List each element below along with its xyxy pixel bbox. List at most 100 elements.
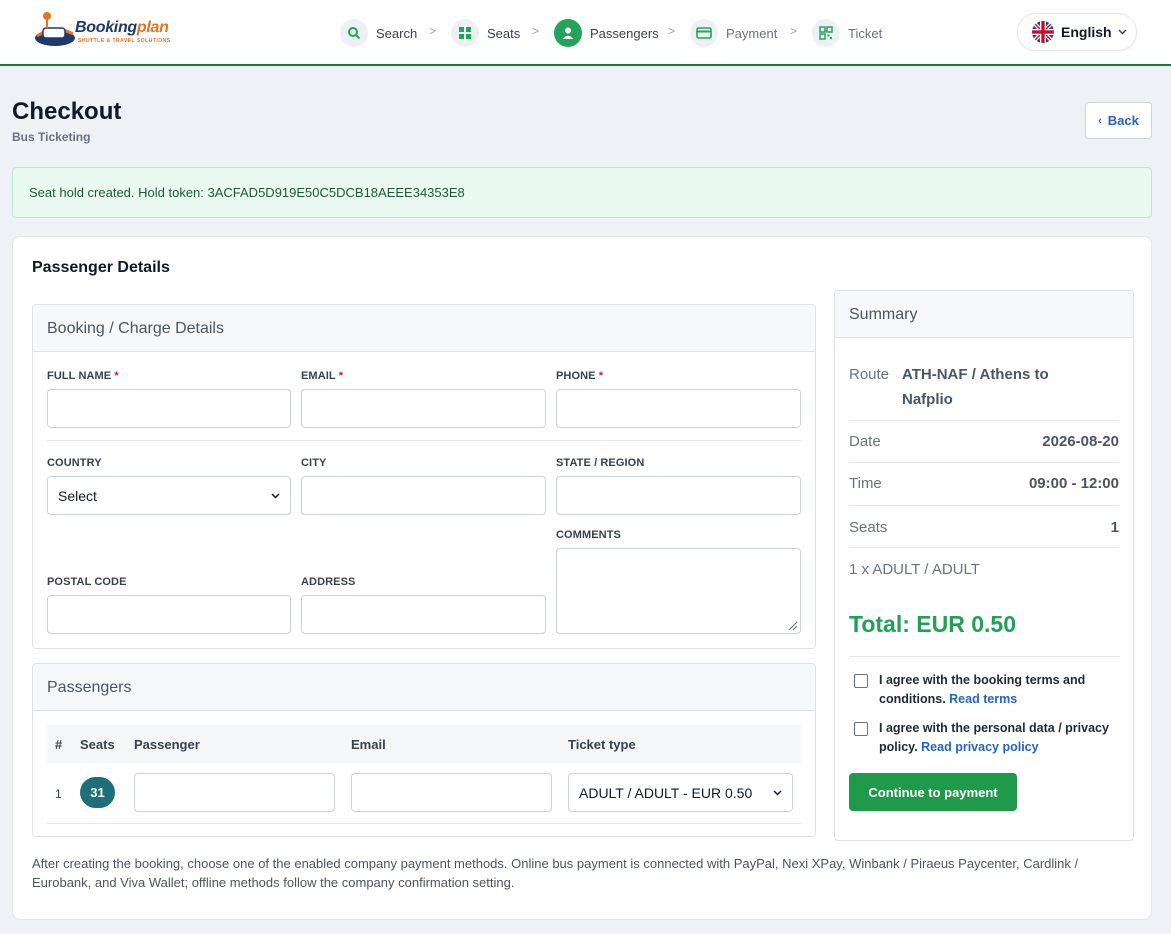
bus-logo-icon bbox=[35, 12, 75, 46]
country-label: COUNTRY bbox=[47, 457, 102, 469]
search-icon bbox=[340, 19, 368, 47]
route-value: ATH-NAF / Athens to Nafplio bbox=[902, 366, 1049, 408]
page-title: Checkout bbox=[12, 98, 122, 125]
step-search[interactable]: Search bbox=[340, 18, 417, 48]
card-icon bbox=[690, 19, 718, 47]
alert-text: Seat hold created. Hold token: 3ACFAD5D9… bbox=[29, 185, 465, 200]
passengers-panel: Passengers # Seats Passenger Email Ticke… bbox=[32, 663, 816, 837]
chevron-down-icon bbox=[773, 789, 782, 796]
chevron-down-icon bbox=[271, 492, 280, 499]
step-label: Ticket bbox=[848, 25, 883, 41]
summary-panel: Summary Route ATH-NAF / Athens to Nafpli… bbox=[834, 290, 1134, 841]
state-label: STATE / REGION bbox=[556, 457, 645, 469]
chevron-down-icon bbox=[1118, 29, 1127, 35]
step-label: Search bbox=[376, 25, 418, 41]
phone-label: PHONE * bbox=[556, 370, 604, 382]
step-label: Payment bbox=[726, 25, 778, 41]
panel-heading: Booking / Charge Details bbox=[33, 305, 815, 352]
time-label: Time bbox=[849, 475, 882, 492]
full-name-label: FULL NAME * bbox=[47, 370, 119, 382]
language-selector[interactable]: English bbox=[1017, 13, 1137, 51]
col-passenger: Passenger bbox=[134, 737, 200, 752]
read-terms-link[interactable]: Read terms bbox=[949, 692, 1017, 706]
step-separator: > bbox=[668, 24, 676, 38]
terms-text: I agree with the booking terms and condi… bbox=[879, 673, 1086, 706]
card-title: Passenger Details bbox=[32, 259, 170, 276]
step-payment[interactable]: Payment bbox=[690, 18, 777, 48]
col-index: # bbox=[55, 737, 63, 752]
step-separator: > bbox=[532, 24, 540, 38]
seats-label: Seats bbox=[849, 519, 888, 536]
city-input[interactable] bbox=[301, 476, 546, 515]
phone-input[interactable] bbox=[556, 389, 801, 428]
step-separator: > bbox=[790, 24, 798, 38]
passenger-details-card: Passenger Details Booking / Charge Detai… bbox=[12, 236, 1152, 920]
privacy-checkbox[interactable] bbox=[854, 722, 868, 736]
qr-icon bbox=[812, 19, 840, 47]
col-seats: Seats bbox=[80, 737, 115, 752]
step-label: Passengers bbox=[590, 25, 659, 41]
user-icon bbox=[554, 19, 582, 47]
chevron-left-icon: ‹ bbox=[1098, 114, 1102, 127]
city-label: CITY bbox=[301, 457, 327, 469]
comments-textarea[interactable] bbox=[556, 548, 801, 634]
passenger-email-input[interactable] bbox=[351, 773, 552, 812]
panel-heading: Passengers bbox=[33, 664, 815, 711]
read-privacy-link[interactable]: Read privacy policy bbox=[921, 740, 1038, 754]
ticket-type-value: ADULT / ADULT - EUR 0.50 bbox=[579, 784, 753, 801]
brand-tagline: SHUTTLE & TRAVEL SOLUTIONS bbox=[78, 38, 171, 44]
bookingplan-logo[interactable]: Bookingplan SHUTTLE & TRAVEL SOLUTIONS bbox=[33, 10, 173, 52]
uk-flag-icon bbox=[1032, 21, 1054, 43]
summary-time-row: Time 09:00 - 12:00 bbox=[849, 463, 1119, 506]
comments-label: COMMENTS bbox=[556, 529, 621, 541]
top-navbar: Bookingplan SHUTTLE & TRAVEL SOLUTIONS S… bbox=[0, 0, 1171, 66]
postal-code-input[interactable] bbox=[47, 595, 291, 634]
panel-heading: Summary bbox=[835, 291, 1133, 338]
email-input[interactable] bbox=[301, 389, 546, 428]
summary-route-row: Route ATH-NAF / Athens to Nafplio bbox=[849, 353, 1119, 421]
passengers-table-header: # Seats Passenger Email Ticket type bbox=[47, 725, 801, 763]
back-label: Back bbox=[1107, 113, 1139, 128]
step-ticket[interactable]: Ticket bbox=[812, 18, 882, 48]
divider bbox=[47, 440, 801, 441]
passenger-name-input[interactable] bbox=[134, 773, 335, 812]
seats-value: 1 bbox=[1110, 519, 1119, 536]
date-label: Date bbox=[849, 433, 881, 450]
terms-checkbox[interactable] bbox=[854, 674, 868, 688]
summary-seats-row: Seats 1 bbox=[849, 506, 1119, 548]
privacy-text: I agree with the personal data / privacy… bbox=[879, 721, 1109, 754]
step-separator: > bbox=[429, 24, 437, 38]
ticket-type-select[interactable]: ADULT / ADULT - EUR 0.50 bbox=[568, 773, 793, 812]
continue-to-payment-button[interactable]: Continue to payment bbox=[849, 773, 1017, 811]
booking-details-panel: Booking / Charge Details FULL NAME * EMA… bbox=[32, 304, 816, 649]
back-button[interactable]: ‹ Back bbox=[1085, 102, 1152, 139]
country-selected-value: Select bbox=[58, 487, 97, 504]
time-value: 09:00 - 12:00 bbox=[1028, 475, 1119, 492]
col-ticket-type: Ticket type bbox=[568, 737, 636, 752]
step-label: Seats bbox=[487, 25, 521, 41]
page-subtitle: Bus Ticketing bbox=[12, 130, 91, 144]
brand-name: Bookingplan bbox=[75, 19, 169, 36]
divider bbox=[849, 656, 1120, 657]
total-amount: Total: EUR 0.50 bbox=[849, 611, 1016, 637]
route-label: Route bbox=[849, 366, 890, 383]
address-input[interactable] bbox=[301, 595, 546, 634]
divider bbox=[47, 823, 801, 824]
country-select[interactable]: Select bbox=[47, 476, 291, 515]
row-index: 1 bbox=[55, 787, 62, 801]
date-value: 2026-08-20 bbox=[1042, 433, 1119, 450]
step-seats[interactable]: Seats bbox=[451, 18, 520, 48]
email-label: EMAIL * bbox=[301, 370, 344, 382]
postal-code-label: POSTAL CODE bbox=[47, 576, 127, 588]
seat-badge: 31 bbox=[80, 777, 115, 808]
resize-handle-icon[interactable] bbox=[786, 619, 798, 631]
full-name-input[interactable] bbox=[47, 389, 291, 428]
address-label: ADDRESS bbox=[301, 576, 356, 588]
seat-hold-alert: Seat hold created. Hold token: 3ACFAD5D9… bbox=[12, 167, 1152, 218]
step-passengers[interactable]: Passengers bbox=[554, 18, 659, 48]
payment-note: After creating the booking, choose one o… bbox=[32, 856, 1079, 890]
state-input[interactable] bbox=[556, 476, 801, 515]
col-email: Email bbox=[351, 737, 386, 752]
line-item: 1 x ADULT / ADULT bbox=[849, 561, 980, 578]
grid-icon bbox=[451, 19, 479, 47]
